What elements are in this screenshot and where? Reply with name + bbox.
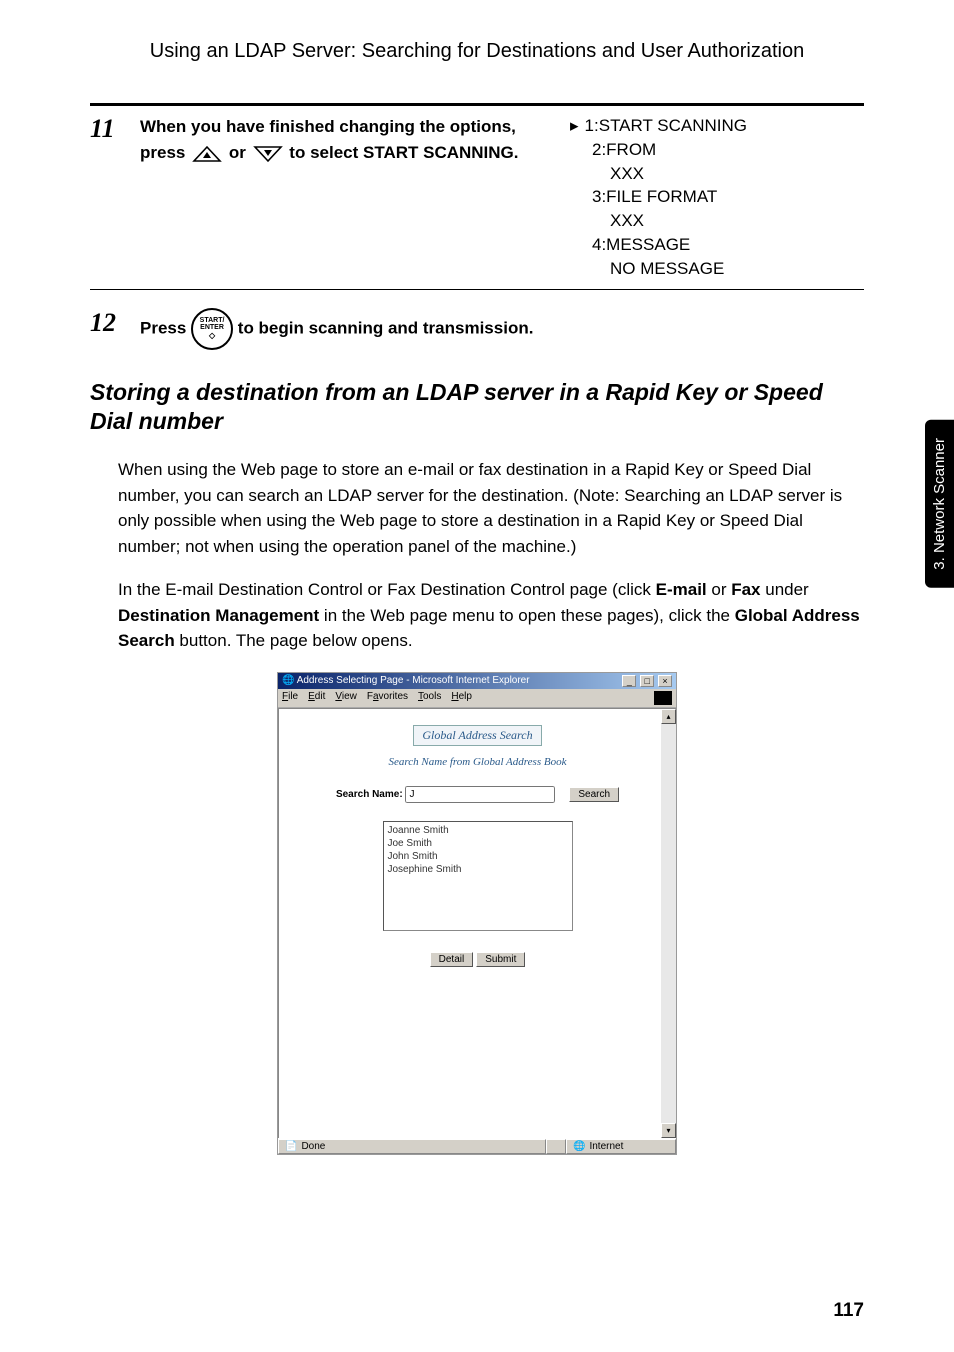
page-number: 117 — [833, 1300, 864, 1322]
step-instruction: When you have finished changing the opti… — [140, 114, 544, 281]
menu-edit[interactable]: Edit — [308, 691, 325, 705]
step-11: 11 When you have finished changing the o… — [90, 114, 864, 281]
list-item[interactable]: Josephine Smith — [388, 863, 568, 876]
up-arrow-key-icon — [192, 145, 222, 163]
display-line: 3:FILE FORMAT — [570, 185, 864, 209]
display-line: XXX — [570, 209, 864, 233]
paragraph: When using the Web page to store an e-ma… — [118, 457, 864, 559]
text: under — [761, 580, 809, 599]
step-12: 12 Press START/ ENTER ◇ to begin scannin… — [90, 308, 864, 350]
paragraph: In the E-mail Destination Control or Fax… — [118, 577, 864, 654]
maximize-button[interactable]: □ — [640, 675, 654, 687]
scroll-down-button[interactable]: ▾ — [661, 1123, 676, 1138]
list-item[interactable]: John Smith — [388, 850, 568, 863]
list-item[interactable]: Joanne Smith — [388, 824, 568, 837]
chapter-tab: 3. Network Scanner — [925, 420, 954, 588]
minimize-button[interactable]: _ — [622, 675, 636, 687]
start-enter-key-icon: START/ ENTER ◇ — [191, 308, 233, 350]
search-button[interactable]: Search — [569, 787, 619, 802]
text: in the Web page menu to open these pages… — [319, 606, 735, 625]
vertical-scrollbar[interactable]: ▴ ▾ — [661, 709, 676, 1138]
list-item[interactable]: Joe Smith — [388, 837, 568, 850]
bold-text: Destination Management — [118, 606, 319, 625]
display-line: 2:FROM — [570, 138, 864, 162]
key-label-top: START/ — [200, 317, 225, 324]
display-line: NO MESSAGE — [570, 257, 864, 281]
status-text: Done — [301, 1141, 325, 1152]
ie-icon: 🌐 — [282, 675, 294, 686]
window-title: 🌐 Address Selecting Page - Microsoft Int… — [282, 675, 530, 686]
divider — [90, 289, 864, 290]
step-number: 12 — [90, 308, 128, 338]
text: or — [707, 580, 732, 599]
scroll-track[interactable] — [661, 724, 676, 1123]
divider — [90, 103, 864, 106]
step-number: 11 — [90, 114, 128, 144]
results-listbox[interactable]: Joanne Smith Joe Smith John Smith Joseph… — [383, 821, 573, 931]
window-titlebar: 🌐 Address Selecting Page - Microsoft Int… — [278, 673, 676, 689]
diamond-icon: ◇ — [209, 332, 215, 340]
status-zone: 🌐 Internet — [566, 1139, 676, 1154]
display-line: XXX — [570, 162, 864, 186]
ie-throbber-icon — [654, 691, 672, 705]
text: button. The page below opens. — [175, 631, 413, 650]
section-heading: Storing a destination from an LDAP serve… — [90, 378, 864, 438]
text: or — [229, 143, 251, 162]
close-button[interactable]: × — [658, 675, 672, 687]
menu-favorites[interactable]: Favorites — [367, 691, 408, 705]
text: Press — [140, 318, 191, 337]
key-label-mid: ENTER — [200, 324, 224, 331]
menubar: File Edit View Favorites Tools Help — [278, 689, 676, 708]
text: to begin scanning and transmission. — [238, 318, 534, 337]
lcd-display: 1:START SCANNING 2:FROM XXX 3:FILE FORMA… — [564, 114, 864, 281]
done-icon: 📄 — [285, 1141, 297, 1152]
step-instruction: Press START/ ENTER ◇ to begin scanning a… — [140, 308, 864, 350]
zone-text: Internet — [589, 1141, 623, 1152]
search-input[interactable] — [405, 786, 555, 803]
internet-icon: 🌐 — [573, 1141, 585, 1152]
browser-content: ▴ ▾ Global Address Search Search Name fr… — [278, 708, 676, 1138]
menu-tools[interactable]: Tools — [418, 691, 441, 705]
browser-screenshot: 🌐 Address Selecting Page - Microsoft Int… — [277, 672, 677, 1155]
menu-help[interactable]: Help — [451, 691, 472, 705]
heading-text: Global Address Search — [413, 725, 541, 746]
status-done: 📄 Done — [278, 1139, 546, 1154]
menu-view[interactable]: View — [335, 691, 357, 705]
page-heading: Global Address Search — [307, 725, 648, 746]
page-subheading: Search Name from Global Address Book — [307, 756, 648, 768]
scroll-up-button[interactable]: ▴ — [661, 709, 676, 724]
detail-button[interactable]: Detail — [430, 952, 474, 967]
text: to select START SCANNING. — [289, 143, 518, 162]
page-header: Using an LDAP Server: Searching for Dest… — [90, 40, 864, 63]
search-label: Search Name: — [336, 789, 403, 800]
bold-text: Fax — [731, 580, 760, 599]
display-line: 1:START SCANNING — [570, 114, 864, 138]
submit-button[interactable]: Submit — [476, 952, 525, 967]
menu-file[interactable]: File — [282, 691, 298, 705]
title-text: Address Selecting Page - Microsoft Inter… — [297, 675, 530, 686]
status-bar: 📄 Done 🌐 Internet — [278, 1138, 676, 1154]
bold-text: E-mail — [656, 580, 707, 599]
status-cell — [546, 1139, 566, 1154]
text: In the E-mail Destination Control or Fax… — [118, 580, 656, 599]
down-arrow-key-icon — [253, 145, 283, 163]
display-line: 4:MESSAGE — [570, 233, 864, 257]
